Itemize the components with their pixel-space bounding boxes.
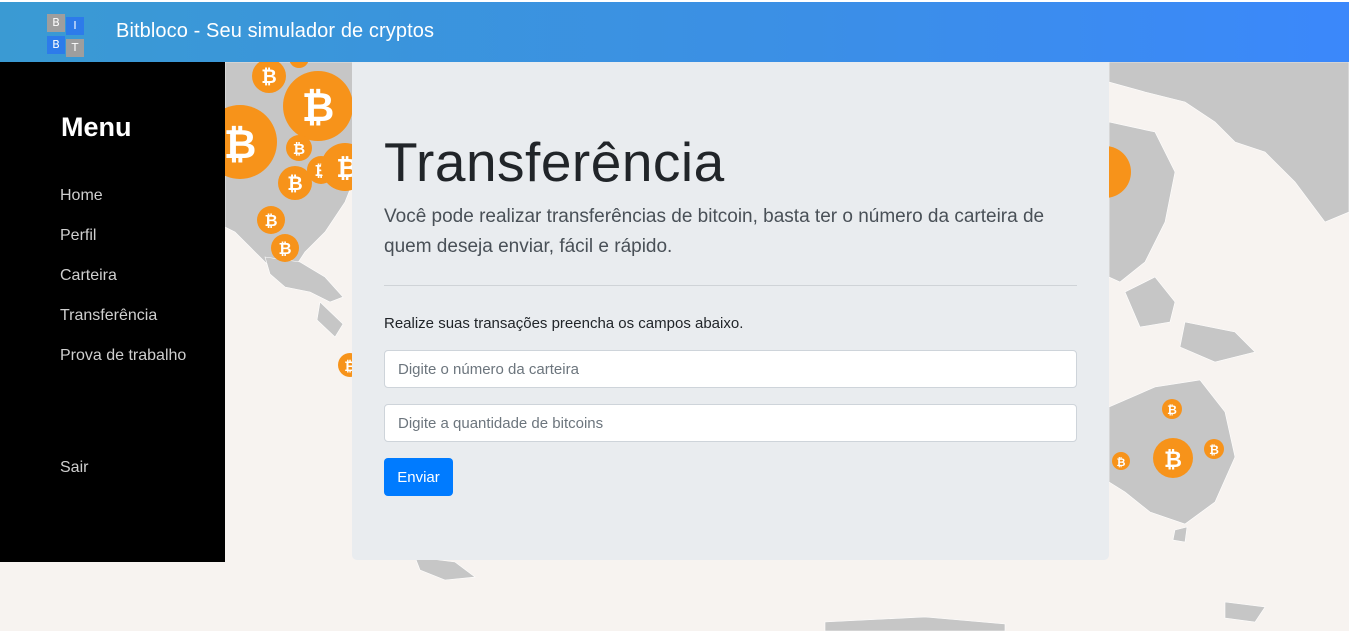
bitcoin-icon: ₿: [1162, 399, 1182, 419]
bitcoin-icon: ₿: [278, 166, 312, 200]
submit-button[interactable]: Enviar: [384, 458, 453, 496]
page-title: Transferência: [384, 131, 725, 193]
svg-text:₿: ₿: [293, 140, 305, 158]
svg-text:₿: ₿: [264, 211, 277, 230]
form-hint: Realize suas transações preencha os camp…: [384, 315, 744, 332]
bitcoin-icon: ₿: [1112, 452, 1130, 470]
svg-text:₿: ₿: [1209, 443, 1219, 457]
bitcoin-icon: ₿: [283, 71, 353, 141]
svg-text:₿: ₿: [225, 122, 256, 168]
sidebar-item-prova-de-trabalho[interactable]: Prova de trabalho: [60, 347, 186, 365]
divider: [384, 285, 1077, 286]
menu-title: Menu: [61, 112, 132, 142]
logo-letter-b1: B: [47, 14, 65, 32]
bitcoin-icon: ₿: [286, 135, 312, 161]
logo-letter-i: I: [66, 17, 84, 35]
svg-text:₿: ₿: [287, 173, 302, 195]
bitcoin-icon: ₿: [271, 234, 299, 262]
sidebar: Menu Home Perfil Carteira Transferência …: [0, 62, 225, 562]
sidebar-item-home[interactable]: Home: [60, 187, 103, 205]
sidebar-item-sair[interactable]: Sair: [60, 459, 88, 477]
svg-text:₿: ₿: [278, 239, 291, 258]
sidebar-item-carteira[interactable]: Carteira: [60, 267, 117, 285]
svg-text:₿: ₿: [1167, 403, 1177, 417]
sidebar-item-transferencia[interactable]: Transferência: [60, 307, 157, 325]
wallet-number-input[interactable]: [384, 350, 1077, 388]
bitbloco-logo[interactable]: B I B T: [47, 14, 93, 60]
sidebar-item-perfil[interactable]: Perfil: [60, 227, 96, 245]
transfer-card: Transferência Você pode realizar transfe…: [352, 62, 1109, 560]
svg-text:₿: ₿: [1164, 448, 1182, 473]
bitcoin-icon: ₿: [257, 206, 285, 234]
brand-title[interactable]: Bitbloco - Seu simulador de cryptos: [116, 20, 434, 43]
top-navbar: B I B T Bitbloco - Seu simulador de cryp…: [0, 0, 1349, 62]
svg-text:₿: ₿: [261, 66, 276, 88]
bitcoin-amount-input[interactable]: [384, 404, 1077, 442]
logo-letter-t: T: [66, 39, 84, 57]
svg-text:₿: ₿: [302, 85, 335, 131]
bitcoin-icon: ₿: [1153, 438, 1193, 478]
bitcoin-icon: ₿: [1204, 439, 1224, 459]
logo-letter-b2: B: [47, 36, 65, 54]
page-description: Você pode realizar transferências de bit…: [384, 206, 1045, 257]
svg-text:₿: ₿: [1117, 456, 1126, 469]
